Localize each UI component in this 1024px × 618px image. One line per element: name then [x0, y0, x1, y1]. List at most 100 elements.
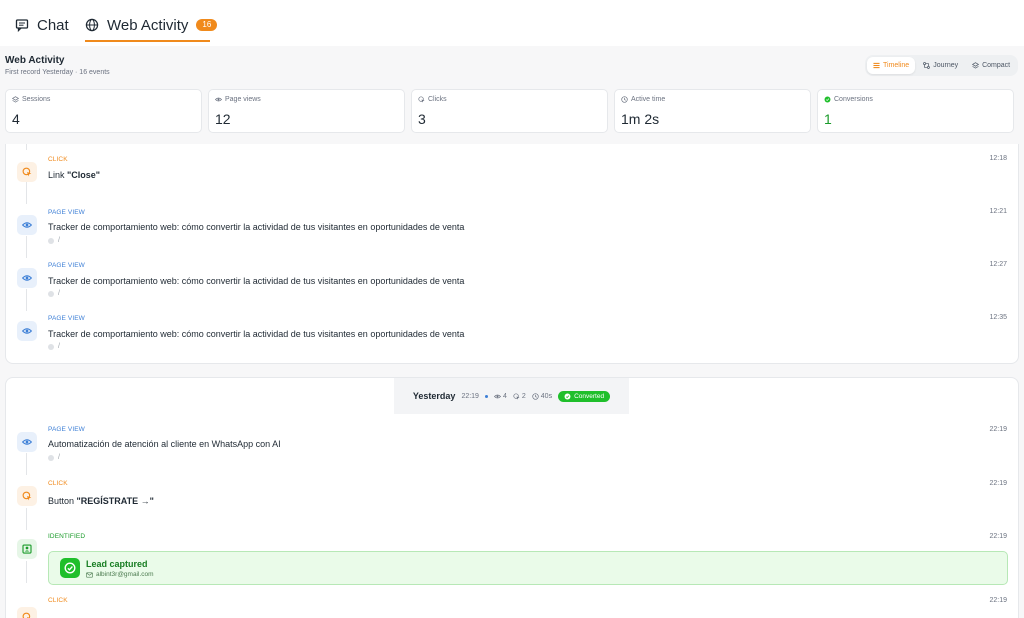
event-type: CLICK [48, 597, 68, 604]
timeline-connector [26, 561, 27, 583]
stats-row: Sessions 4 Page views 12 Clicks 3 Active… [5, 89, 1019, 133]
event-time: 22:19 [989, 597, 1007, 604]
view-compact-button[interactable]: Compact [966, 57, 1016, 74]
event-title[interactable]: Link "Close" [48, 170, 100, 180]
timeline-connector [26, 289, 27, 311]
timeline-connector [26, 144, 27, 150]
user-card-icon [22, 544, 32, 554]
stat-clicks-value: 3 [418, 111, 426, 127]
event-type: PAGE VIEW [48, 209, 85, 216]
lead-email-text: albint3r@gmail.com [96, 571, 154, 578]
lead-email: albint3r@gmail.com [86, 571, 154, 578]
event-path: / [48, 454, 60, 461]
event-time: 22:19 [989, 533, 1007, 540]
view-journey-label: Journey [933, 62, 959, 69]
top-tab-bar: Chat Web Activity 16 [0, 0, 1024, 46]
event-time: 22:19 [989, 426, 1007, 433]
conversion-icon [60, 558, 80, 578]
timeline-connector [26, 453, 27, 475]
route-icon [923, 62, 931, 69]
event-title-prefix: Button [48, 496, 77, 506]
click-event-icon [17, 607, 37, 618]
event-click-target: "Close" [67, 170, 101, 180]
event-type: PAGE VIEW [48, 315, 85, 322]
event-type: PAGE VIEW [48, 262, 85, 269]
event-title-prefix: Link [48, 170, 68, 180]
stat-active-time-label: Active time [631, 96, 666, 103]
event-title[interactable]: Tracker de comportamiento web: cómo conv… [48, 222, 464, 232]
stat-clicks: Clicks 3 [411, 89, 608, 133]
path-icon [48, 290, 54, 297]
session-duration-value: 40s [540, 392, 553, 400]
stat-page-views-label: Page views [225, 96, 261, 103]
event-type: CLICK [48, 480, 68, 487]
pointer-click-icon [513, 392, 520, 400]
layers-icon [12, 96, 19, 103]
converted-badge: Converted [558, 390, 611, 402]
event-title[interactable]: Automatización de atención al cliente en… [48, 439, 281, 449]
stat-conversions-label-row: Conversions [824, 96, 873, 103]
session-header[interactable]: Yesterday 22:19 4 2 40s Converted [394, 378, 629, 414]
stat-active-time-label-row: Active time [621, 96, 665, 103]
session-clicks: 2 [513, 393, 526, 400]
event-type: IDENTIFIED [48, 533, 86, 540]
event-type: PAGE VIEW [48, 426, 85, 433]
chat-icon [15, 19, 29, 32]
stat-clicks-label: Clicks [428, 96, 447, 103]
page-view-event-icon [17, 432, 37, 452]
tab-chat-label: Chat [37, 16, 69, 34]
click-event-icon [17, 162, 37, 182]
separator-dot [484, 394, 488, 398]
event-time: 22:19 [989, 480, 1007, 487]
stat-sessions-value: 4 [12, 111, 20, 127]
event-path: / [48, 237, 60, 244]
conversion-icon [824, 96, 831, 103]
timeline-connector [26, 182, 27, 204]
event-path-text: / [58, 454, 60, 461]
event-path-text: / [58, 237, 60, 244]
identified-event-icon [17, 539, 37, 559]
stat-clicks-label-row: Clicks [418, 96, 447, 103]
event-path-text: / [58, 343, 60, 350]
tab-web-activity-label: Web Activity [107, 16, 189, 34]
eye-icon [493, 394, 501, 398]
pointer-click-icon [418, 96, 425, 103]
session-card-1: CLICK 12:18 Link "Close" PAGE VIEW 12:21… [5, 144, 1019, 364]
event-path: / [48, 343, 60, 350]
stat-sessions-label: Sessions [22, 96, 51, 103]
mail-icon [86, 572, 93, 577]
view-journey-button[interactable]: Journey [917, 57, 964, 74]
event-title[interactable]: Button "REGÍSTRATE →" [48, 496, 154, 506]
view-timeline-button[interactable]: Timeline [867, 57, 916, 74]
eye-icon [22, 439, 32, 445]
session-views-count: 4 [502, 392, 507, 400]
stat-sessions-label-row: Sessions [12, 96, 50, 103]
session-time: 22:19 [461, 392, 479, 400]
page-view-event-icon [17, 268, 37, 288]
active-tab-indicator [85, 40, 210, 42]
eye-icon [215, 97, 222, 102]
event-path-text: / [58, 290, 60, 297]
event-path: / [48, 290, 60, 297]
event-time: 12:21 [989, 208, 1007, 215]
conversion-icon [564, 393, 571, 399]
path-icon [48, 237, 54, 244]
layers-icon [972, 62, 980, 69]
view-timeline-label: Timeline [883, 62, 910, 69]
event-time: 12:35 [989, 314, 1007, 321]
pointer-click-icon [22, 612, 31, 618]
tab-chat[interactable]: Chat [15, 14, 69, 36]
eye-icon [22, 328, 32, 334]
event-time: 12:18 [989, 155, 1007, 162]
page-view-event-icon [17, 215, 37, 235]
session-views: 4 [493, 392, 507, 400]
path-icon [48, 454, 54, 461]
event-time: 12:27 [989, 261, 1007, 268]
tab-web-activity[interactable]: Web Activity 16 [85, 14, 218, 36]
event-title[interactable]: Tracker de comportamiento web: cómo conv… [48, 329, 464, 339]
lead-captured-card[interactable]: Lead captured albint3r@gmail.com [48, 551, 1008, 585]
eye-icon [22, 222, 32, 228]
event-title[interactable]: Tracker de comportamiento web: cómo conv… [48, 276, 464, 286]
stat-active-time-value: 1m 2s [621, 111, 660, 127]
globe-icon [85, 18, 99, 32]
